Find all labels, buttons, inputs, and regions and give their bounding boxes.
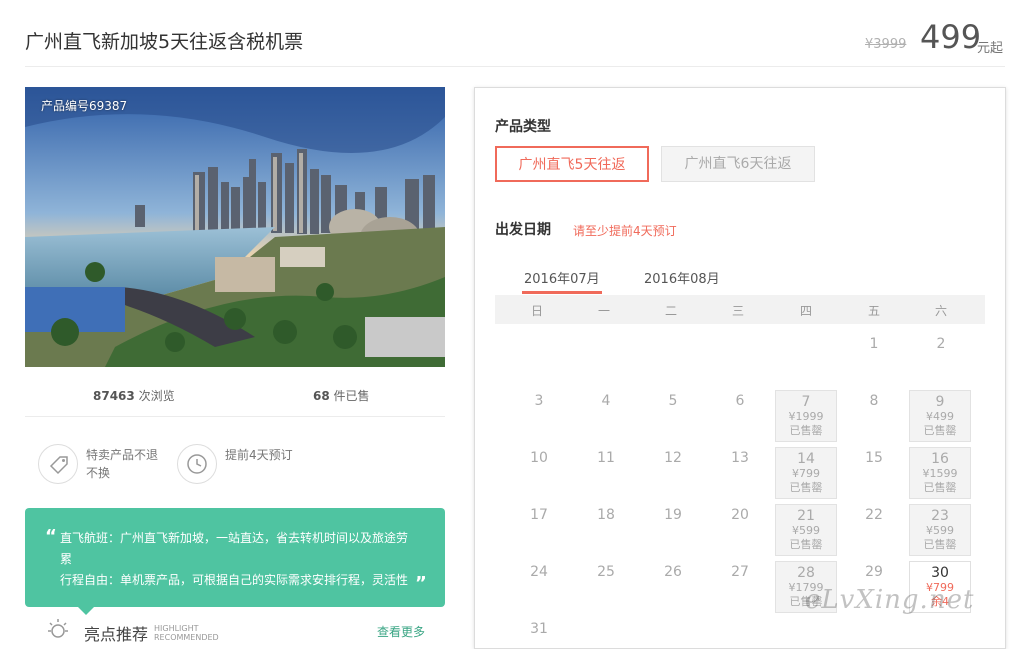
open-quote-icon: “ [45,526,57,547]
calendar-day: 19 [664,507,682,523]
weekday-sat: 六 [934,304,947,318]
calendar-cell-soldout[interactable]: 7 ¥1999 已售罄 [775,390,837,442]
weekday-fri: 五 [867,304,880,318]
product-type-option-6day[interactable]: 广州直飞6天往返 [661,146,815,182]
highlight-box-text: 直飞航班：广州直飞新加坡，一站直达，省去转机时间以及旅途劳累 行程自由：单机票产… [60,528,415,591]
calendar-day: 2 [936,336,946,352]
weekday-thu: 四 [799,304,812,318]
calendar-day: 12 [664,450,682,466]
calendar-cell-soldout[interactable]: 23 ¥599 已售罄 [909,504,971,556]
booking-hint: 请至少提前4天预订 [573,224,677,238]
calendar-cell-soldout[interactable]: 9 ¥499 已售罄 [909,390,971,442]
header-divider [25,66,1005,67]
product-photo[interactable] [25,87,445,367]
product-type-label: 产品类型 [495,119,551,135]
highlight-line-free-itinerary: 行程自由：单机票产品，可根据自己的实际需求安排行程，灵活性 [60,573,409,587]
calendar-day: 26 [664,564,682,580]
product-number: 产品编号69387 [41,99,128,113]
product-type-option-5day[interactable]: 广州直飞5天往返 [495,146,649,182]
calendar-cell-soldout[interactable]: 21 ¥599 已售罄 [775,504,837,556]
view-more-link[interactable]: 查看更多 [377,623,425,640]
weekday-mon: 一 [597,304,610,318]
calendar-day: 11 [597,450,615,466]
view-count-label: 次浏览 [138,389,175,403]
calendar-day: 10 [530,450,548,466]
calendar-day: 25 [597,564,615,580]
calendar-day: 29 [865,564,883,580]
calendar-day: 3 [534,393,544,409]
calendar-day: 27 [731,564,749,580]
calendar-day: 1 [869,336,879,352]
calendar-day: 5 [668,393,678,409]
page-title: 广州直飞新加坡5天往返含税机票 [25,31,304,53]
sold-count: 68 件已售 [313,387,370,404]
highlights-title: 亮点推荐 [84,625,149,644]
calendar-day: 24 [530,564,548,580]
calendar-day: 13 [731,450,749,466]
highlights-subtitle: HIGHLIGHT RECOMMENDED [154,624,219,642]
view-count-number: 87463 [93,389,135,403]
calendar-day: 22 [865,507,883,523]
calendar-day: 6 [735,393,745,409]
policy-advance-booking: 提前4天预订 [225,448,293,462]
calendar-day: 17 [530,507,548,523]
calendar-day: 4 [601,393,611,409]
price-unit: 元起 [977,41,1004,56]
active-month-indicator [522,291,602,294]
tag-icon [38,444,78,484]
original-price: ¥3999 [865,37,907,52]
weekday-wed: 三 [731,304,744,318]
calendar-day: 20 [731,507,749,523]
sold-count-label: 件已售 [333,389,370,403]
bulb-icon [45,617,71,647]
month-tab-july[interactable]: 2016年07月 [524,268,600,287]
highlight-line-direct-flight: 直飞航班：广州直飞新加坡，一站直达，省去转机时间以及旅途劳累 [60,531,409,566]
highlight-box-tail [76,605,96,615]
stats-divider [25,416,445,417]
calendar-day: 15 [865,450,883,466]
departure-date-label: 出发日期 [495,222,551,238]
calendar-cell-soldout[interactable]: 16 ¥1599 已售罄 [909,447,971,499]
calendar-day: 31 [530,621,548,637]
calendar-day: 8 [869,393,879,409]
weekday-sun: 日 [530,304,543,318]
policy-no-refund: 特卖产品不退不换 [86,448,159,480]
calendar-day: 18 [597,507,615,523]
weekday-tue: 二 [664,304,677,318]
clock-icon [177,444,217,484]
month-tab-august[interactable]: 2016年08月 [644,268,720,287]
sold-count-number: 68 [313,389,330,403]
calendar-cell-soldout[interactable]: 14 ¥799 已售罄 [775,447,837,499]
current-price: 499 [920,18,982,56]
site-watermark: eLvXing.net [805,585,975,615]
close-quote-icon: ” [415,573,427,594]
view-count: 87463 次浏览 [93,387,175,404]
